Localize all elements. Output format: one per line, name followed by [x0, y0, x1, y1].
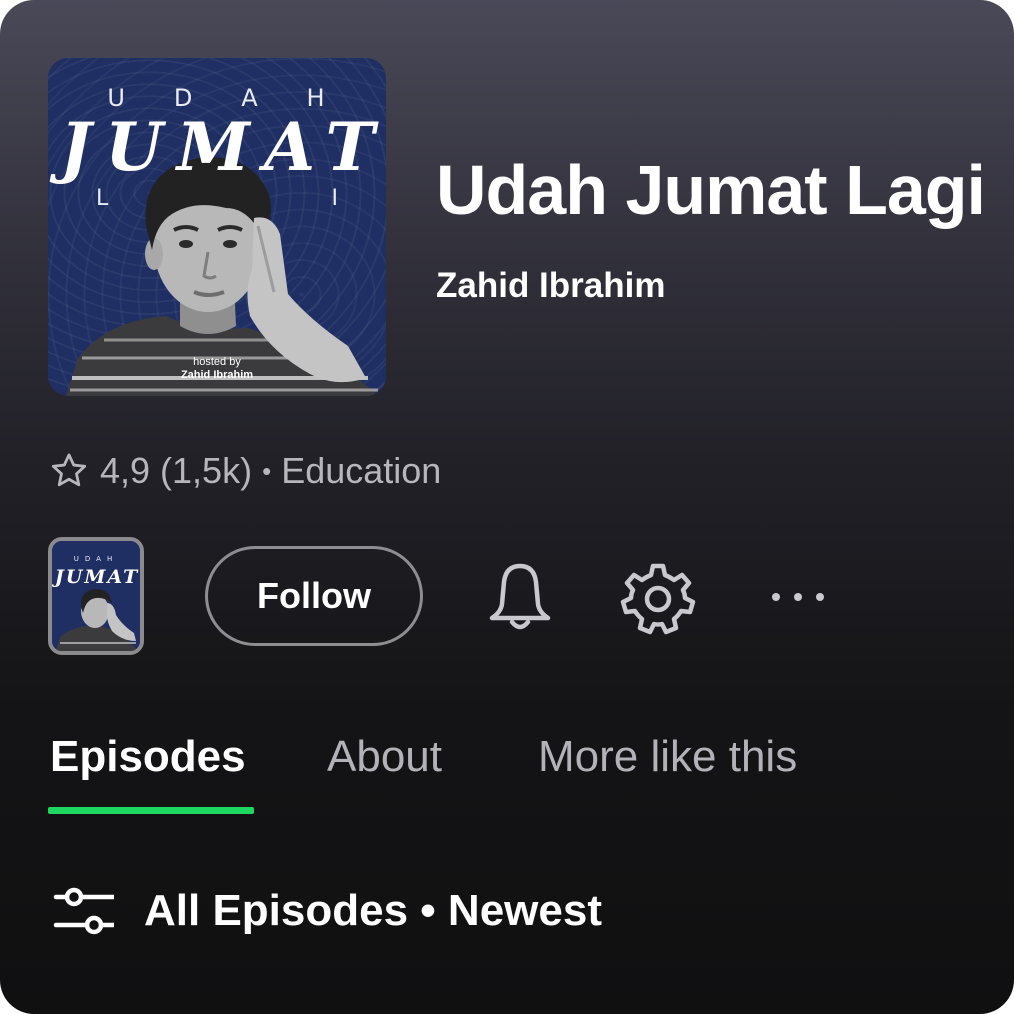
- gear-icon[interactable]: [620, 560, 696, 636]
- svg-text:JUMAT: JUMAT: [52, 566, 139, 588]
- podcast-cover-art: U D A H JUMAT L A G I hosted by Zahid Ib…: [48, 58, 386, 396]
- tab-about[interactable]: About: [327, 732, 442, 782]
- cover-thumbnail-button[interactable]: UDAH JUMAT: [48, 537, 144, 655]
- sliders-icon: [53, 887, 114, 935]
- podcast-title: Udah Jumat Lagi: [436, 151, 986, 229]
- cover-thumbnail-image: UDAH JUMAT: [52, 541, 140, 651]
- bell-icon[interactable]: [484, 560, 556, 634]
- podcast-header-card: U D A H JUMAT L A G I hosted by Zahid Ib…: [0, 0, 1014, 1014]
- tab-episodes[interactable]: Episodes: [50, 732, 246, 782]
- category-link[interactable]: Education: [281, 450, 441, 492]
- svg-text:UDAH: UDAH: [74, 555, 118, 563]
- filter-label: All Episodes • Newest: [144, 886, 602, 935]
- star-outline-icon: [51, 453, 87, 487]
- rating-count: (1,5k): [160, 450, 253, 491]
- active-tab-indicator: [48, 807, 254, 814]
- podcast-author-link[interactable]: Zahid Ibrahim: [436, 266, 665, 306]
- more-horizontal-icon[interactable]: [768, 582, 828, 612]
- cover-hosted-by: hosted by Zahid Ibrahim: [180, 356, 254, 381]
- cover-bottom-letters: L A G I: [96, 186, 338, 211]
- meta-separator: •: [262, 455, 272, 486]
- tab-more-like-this[interactable]: More like this: [538, 732, 797, 782]
- follow-button[interactable]: Follow: [205, 546, 423, 646]
- cover-title-word: JUMAT: [60, 108, 386, 186]
- episode-filter-button[interactable]: All Episodes • Newest: [52, 883, 602, 939]
- podcast-meta: 4,9 (1,5k) • Education: [48, 450, 441, 492]
- rating-value: 4,9: [100, 450, 151, 491]
